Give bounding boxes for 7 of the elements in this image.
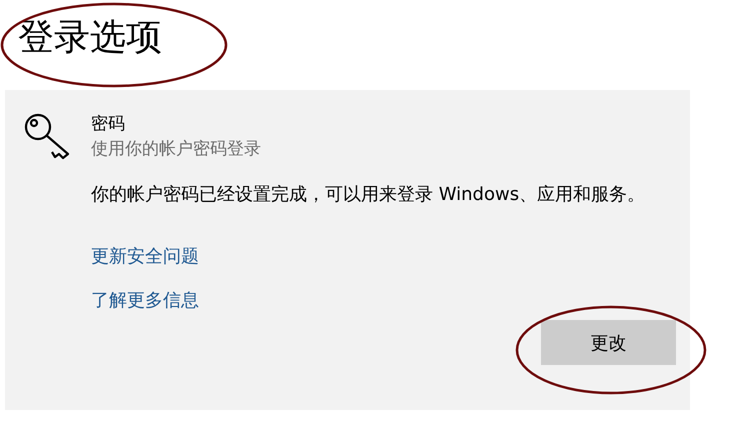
section-subtitle: 使用你的帐户密码登录 xyxy=(91,138,262,161)
change-button[interactable]: 更改 xyxy=(541,320,676,365)
page-title: 登录选项 xyxy=(18,16,162,60)
help-link[interactable]: 了解更多信息 xyxy=(91,288,199,314)
description-text: 你的帐户密码已经设置完成，可以用来登录 Windows、应用和服务。 xyxy=(91,183,646,207)
help-link[interactable]: 更新安全问题 xyxy=(91,244,199,270)
section-heading: 密码 xyxy=(91,113,126,136)
